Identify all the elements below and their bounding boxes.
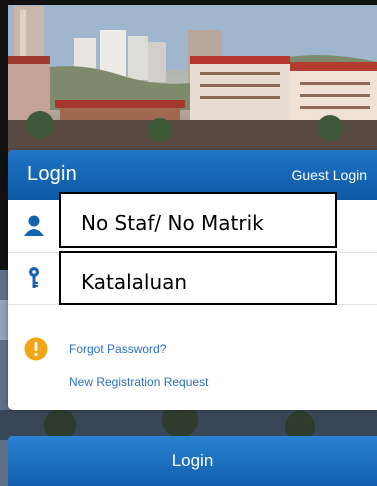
help-links: Forgot Password? New Registration Reques… (8, 325, 377, 395)
new-registration-link[interactable]: New Registration Request (69, 375, 208, 389)
user-icon (23, 214, 45, 238)
login-button[interactable]: Login (8, 436, 377, 486)
warning-icon (24, 337, 48, 361)
key-icon (23, 266, 45, 290)
guest-login-link[interactable]: Guest Login (292, 167, 368, 183)
forgot-password-link[interactable]: Forgot Password? (69, 342, 166, 356)
login-card: Login Guest Login No Staf/ No Matrik For… (8, 150, 377, 410)
username-row (8, 192, 377, 253)
login-title: Login (27, 163, 77, 185)
password-row (8, 251, 377, 305)
password-input[interactable] (59, 251, 337, 305)
username-input[interactable] (59, 192, 337, 248)
